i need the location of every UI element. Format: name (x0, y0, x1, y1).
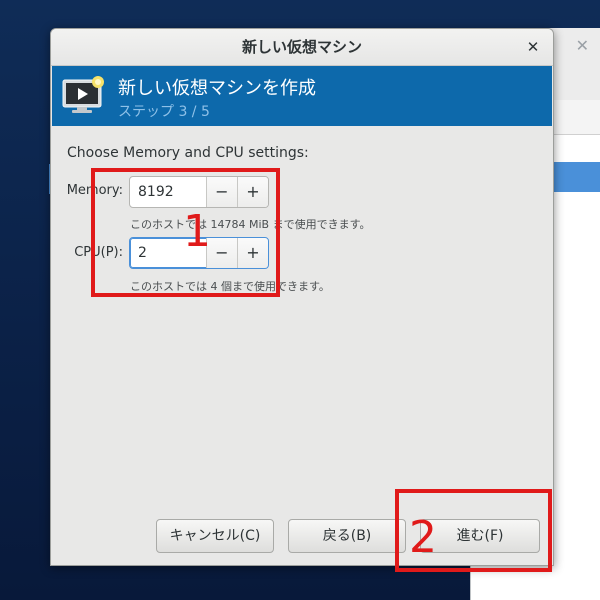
new-vm-dialog: 新しい仮想マシン ✕ 新しい仮想マシンを作成 ステップ 3 / 5 Choose… (50, 28, 554, 566)
back-button[interactable]: 戻る(B) (288, 519, 406, 553)
annotation-number-2: 2 (409, 512, 437, 563)
vm-monitor-icon (62, 76, 104, 113)
step-indicator: ステップ 3 / 5 (118, 104, 210, 120)
settings-prompt: Choose Memory and CPU settings: (67, 145, 309, 161)
cancel-button[interactable]: キャンセル(C) (156, 519, 274, 553)
dialog-titlebar: 新しい仮想マシン ✕ (51, 29, 553, 66)
wizard-banner: 新しい仮想マシンを作成 ステップ 3 / 5 (52, 66, 552, 126)
close-icon[interactable]: ✕ (523, 29, 543, 65)
banner-title: 新しい仮想マシンを作成 (118, 78, 316, 99)
annotation-number-1: 1 (183, 206, 211, 257)
background-close-icon[interactable]: ✕ (576, 36, 589, 55)
dialog-title: 新しい仮想マシン (241, 38, 362, 56)
